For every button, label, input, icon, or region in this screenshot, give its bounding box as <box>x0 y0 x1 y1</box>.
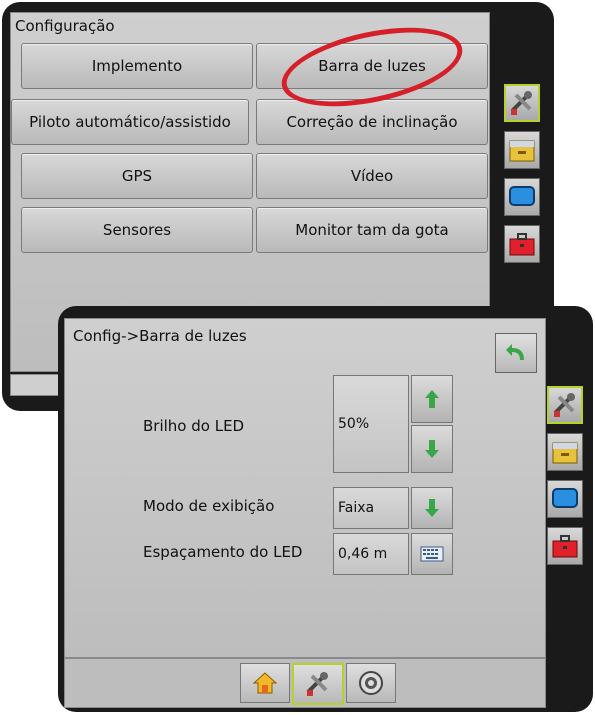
tools-icon[interactable] <box>504 84 540 122</box>
lightbar-panel: Config->Barra de luzes Brilho do LED 50%… <box>64 318 546 658</box>
toolbox-icon[interactable] <box>504 225 540 263</box>
droplet-monitor-button[interactable]: Monitor tam da gota <box>256 207 488 253</box>
home-icon <box>252 672 278 694</box>
gps-button[interactable]: GPS <box>21 153 253 199</box>
tools-icon[interactable] <box>547 386 583 424</box>
page-title: Config->Barra de luzes <box>73 327 247 345</box>
keyboard-icon <box>420 546 444 562</box>
side-toolbar <box>547 386 583 565</box>
down-arrow-icon <box>425 440 439 458</box>
implement-button[interactable]: Implemento <box>21 43 253 89</box>
drawer-icon[interactable] <box>504 131 540 169</box>
drawer-icon[interactable] <box>547 433 583 471</box>
back-arrow-icon <box>506 344 524 360</box>
lightbar-config-screen: Config->Barra de luzes Brilho do LED 50%… <box>58 306 593 712</box>
autosteer-button[interactable]: Piloto automático/assistido <box>11 99 249 145</box>
side-toolbar <box>504 84 544 263</box>
toolbox-icon[interactable] <box>547 527 583 565</box>
increase-button[interactable] <box>411 375 453 423</box>
tilt-correction-button[interactable]: Correção de inclinação <box>256 99 488 145</box>
gauge-tab[interactable] <box>346 663 396 703</box>
display-mode-button[interactable] <box>411 487 453 529</box>
back-button[interactable] <box>495 333 537 373</box>
decrease-button[interactable] <box>411 425 453 473</box>
page-title: Configuração <box>15 17 115 35</box>
tools-tab[interactable] <box>292 663 344 705</box>
display-mode-value: Faixa <box>333 487 409 529</box>
led-brightness-label: Brilho do LED <box>143 417 245 435</box>
led-spacing-value: 0,46 m <box>333 533 409 575</box>
gauge-icon <box>359 671 383 695</box>
keyboard-button[interactable] <box>411 533 453 575</box>
up-arrow-icon <box>425 390 439 408</box>
sensors-button[interactable]: Sensores <box>21 207 253 253</box>
monitor-icon[interactable] <box>547 480 583 518</box>
tools-icon <box>306 672 328 696</box>
video-button[interactable]: Vídeo <box>256 153 488 199</box>
down-arrow-icon <box>425 499 439 517</box>
monitor-icon[interactable] <box>504 178 540 216</box>
display-mode-label: Modo de exibição <box>143 497 275 515</box>
home-button[interactable] <box>240 663 290 703</box>
led-spacing-label: Espaçamento do LED <box>143 543 303 561</box>
led-brightness-value: 50% <box>333 375 409 473</box>
